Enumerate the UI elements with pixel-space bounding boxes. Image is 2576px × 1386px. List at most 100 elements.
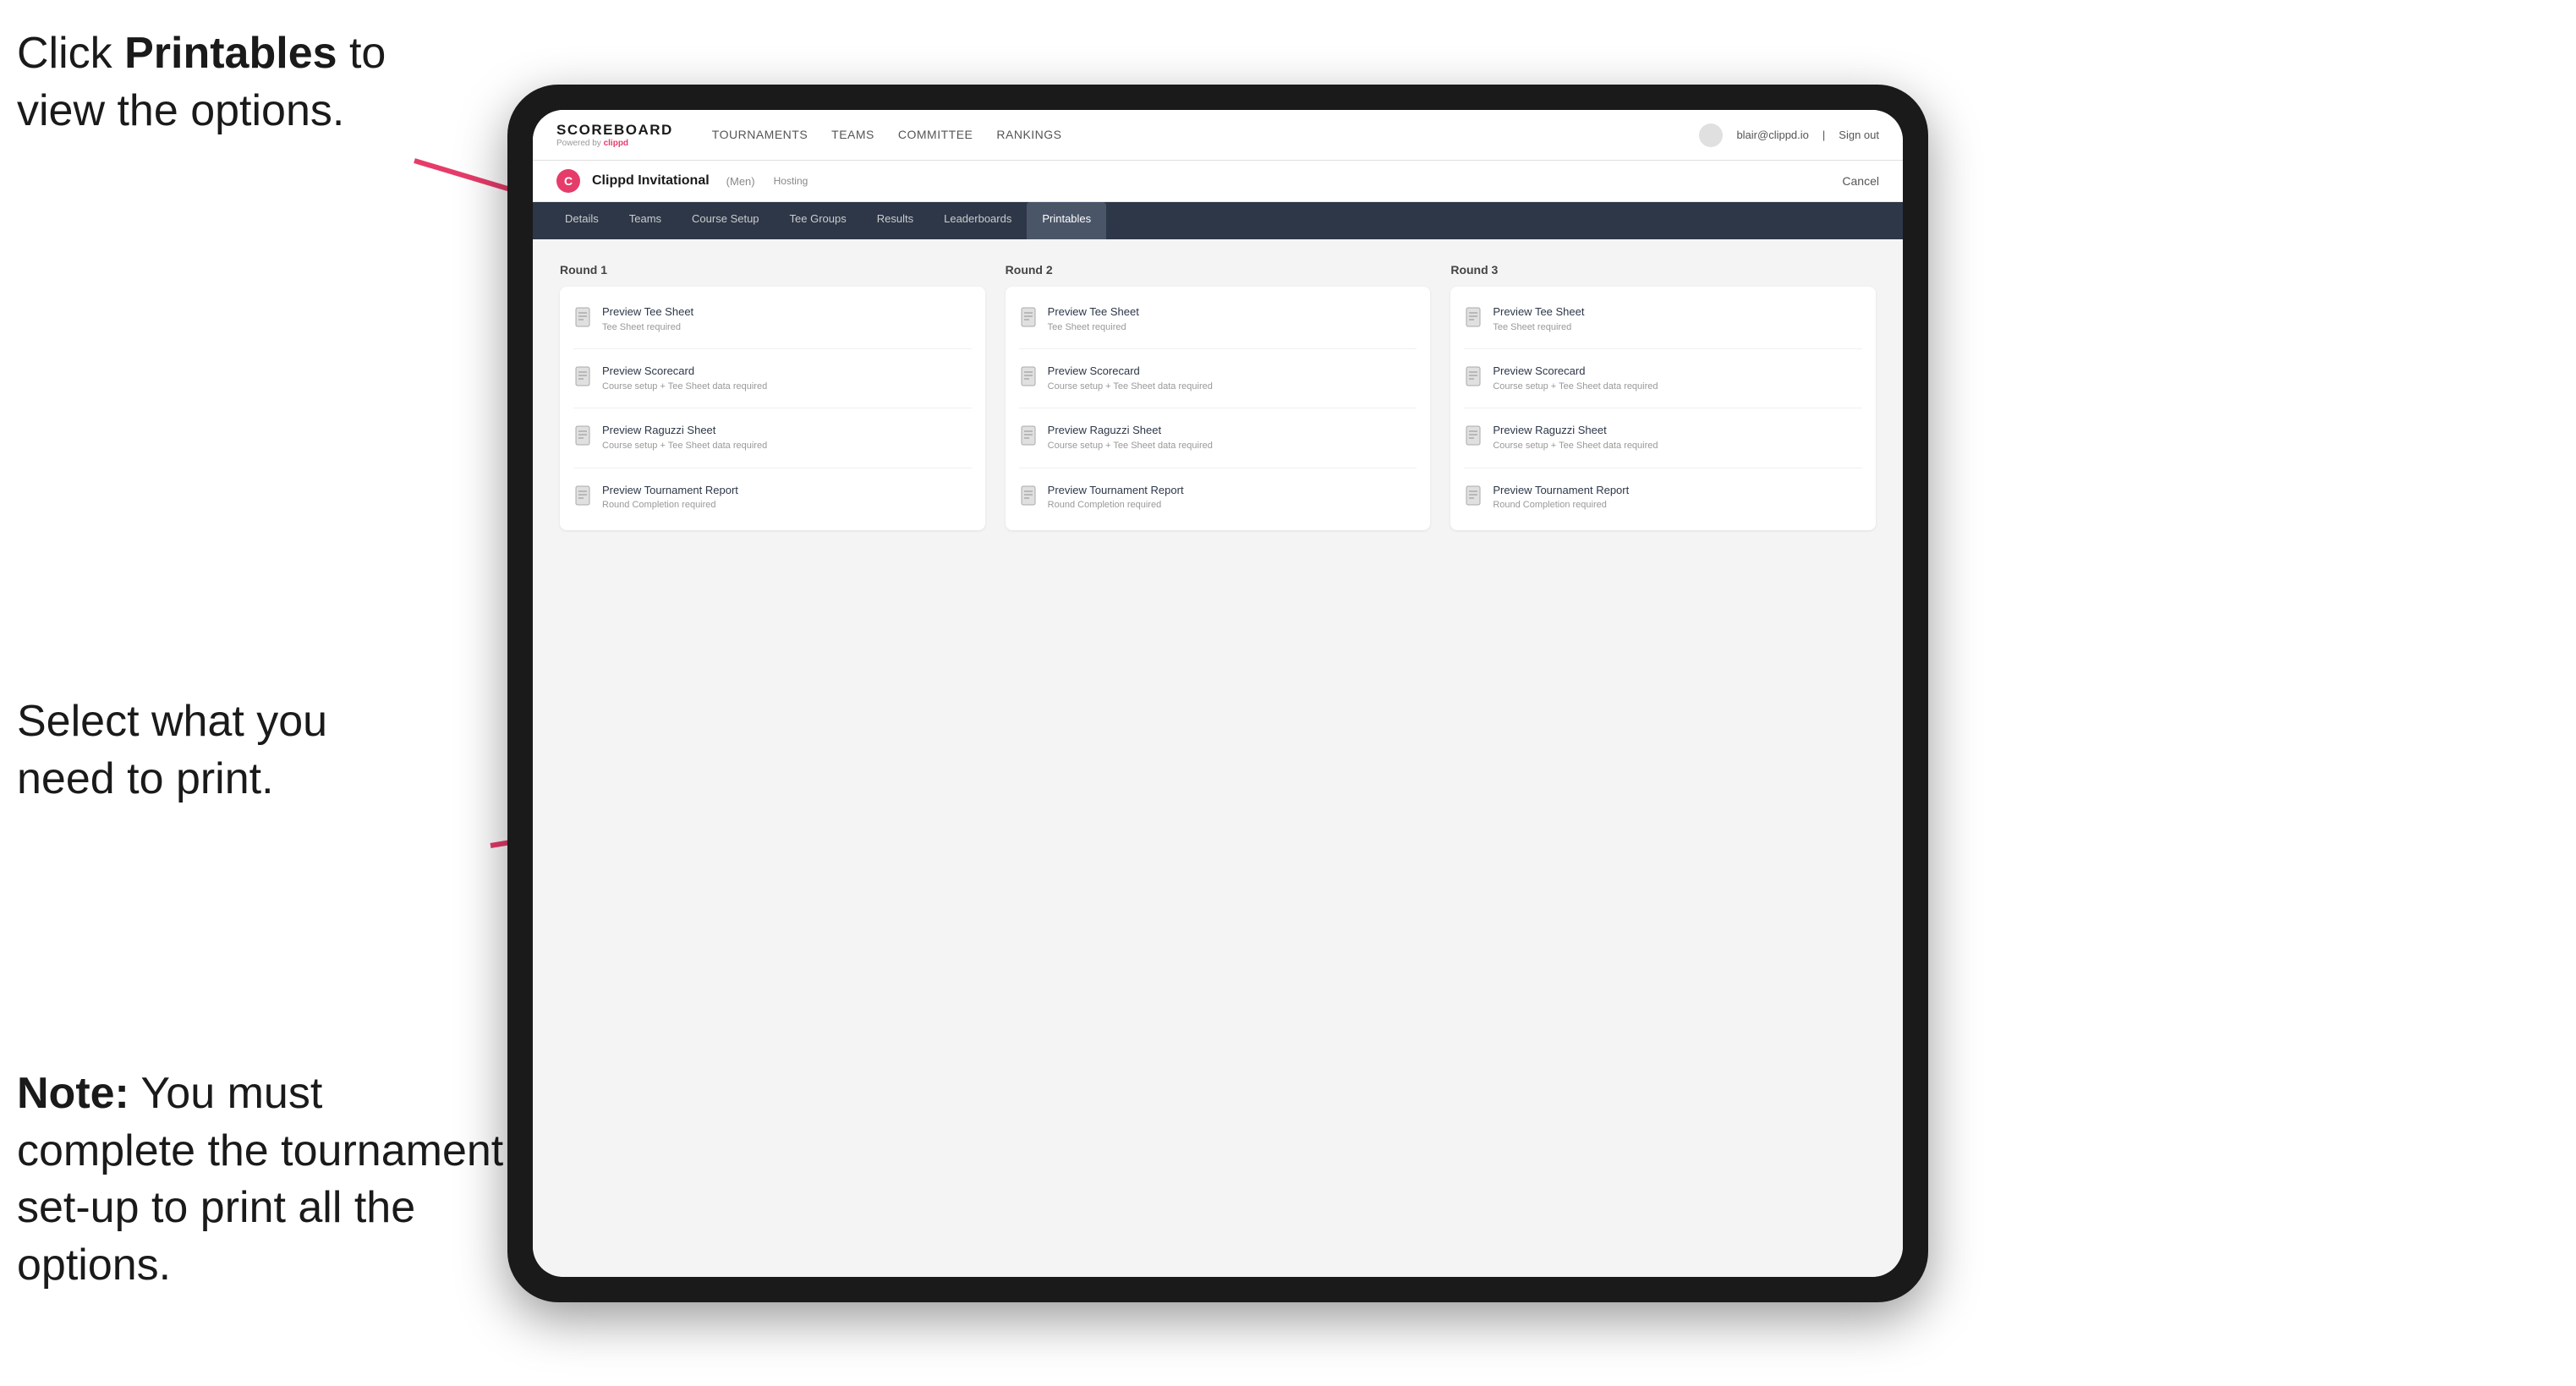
raguzzi-icon: [573, 425, 592, 447]
nav-committee[interactable]: COMMITTEE: [898, 128, 973, 143]
round-1-card: Preview Tee Sheet Tee Sheet required: [560, 287, 985, 530]
tablet-screen: SCOREBOARD Powered by clippd TOURNAMENTS…: [533, 110, 1903, 1277]
nav-items: TOURNAMENTS TEAMS COMMITTEE RANKINGS: [712, 128, 1669, 143]
r3-rag-label: Preview Raguzzi Sheet: [1493, 424, 1658, 438]
round-1-section: Round 1: [560, 263, 985, 530]
tab-tee-groups[interactable]: Tee Groups: [775, 202, 862, 239]
tournament-logo: C: [556, 169, 580, 193]
divider: [1464, 348, 1862, 349]
round-1-tournament-report[interactable]: Preview Tournament Report Round Completi…: [573, 480, 972, 515]
round-1-title: Round 1: [560, 263, 985, 277]
r2-rag-label: Preview Raguzzi Sheet: [1048, 424, 1213, 438]
round-1-scorecard[interactable]: Preview Scorecard Course setup + Tee She…: [573, 361, 972, 396]
round-3-scorecard[interactable]: Preview Scorecard Course setup + Tee She…: [1464, 361, 1862, 396]
round-1-scorecard-text: Preview Scorecard Course setup + Tee She…: [602, 364, 767, 392]
round-2-raguzzi-text: Preview Raguzzi Sheet Course setup + Tee…: [1048, 424, 1213, 452]
round-3-scorecard-text: Preview Scorecard Course setup + Tee She…: [1493, 364, 1658, 392]
round-3-tee-sheet[interactable]: Preview Tee Sheet Tee Sheet required: [1464, 302, 1862, 337]
scoreboard-logo: SCOREBOARD Powered by clippd: [556, 122, 673, 148]
r2-tee-sub: Tee Sheet required: [1048, 321, 1139, 333]
tournament-sub: (Men): [726, 175, 755, 188]
round-3-raguzzi[interactable]: Preview Raguzzi Sheet Course setup + Tee…: [1464, 420, 1862, 455]
round-3-section: Round 3: [1450, 263, 1876, 530]
divider: [1019, 348, 1417, 349]
round-1-raguzzi-sub: Course setup + Tee Sheet data required: [602, 440, 767, 452]
round-1-report-sub: Round Completion required: [602, 499, 738, 511]
round-1-raguzzi-label: Preview Raguzzi Sheet: [602, 424, 767, 438]
top-nav: SCOREBOARD Powered by clippd TOURNAMENTS…: [533, 110, 1903, 161]
r3-tee-label: Preview Tee Sheet: [1493, 305, 1584, 320]
r2-sc-sub: Course setup + Tee Sheet data required: [1048, 381, 1213, 392]
r3-rep-sub: Round Completion required: [1493, 499, 1629, 511]
round-1-tee-sheet[interactable]: Preview Tee Sheet Tee Sheet required: [573, 302, 972, 337]
sign-out-link[interactable]: Sign out: [1839, 129, 1879, 141]
round-3-report-text: Preview Tournament Report Round Completi…: [1493, 484, 1629, 512]
r3-raguzzi-icon: [1464, 425, 1483, 447]
tournament-report-icon: [573, 485, 592, 507]
r2-raguzzi-icon: [1019, 425, 1038, 447]
r3-sc-sub: Course setup + Tee Sheet data required: [1493, 381, 1658, 392]
r2-rep-sub: Round Completion required: [1048, 499, 1184, 511]
round-2-tee-sheet-text: Preview Tee Sheet Tee Sheet required: [1048, 305, 1139, 333]
tab-course-setup[interactable]: Course Setup: [677, 202, 775, 239]
annotation-bold: Printables: [124, 29, 337, 78]
nav-teams[interactable]: TEAMS: [831, 128, 874, 143]
scoreboard-title: SCOREBOARD: [556, 122, 673, 139]
tab-teams[interactable]: Teams: [614, 202, 677, 239]
round-2-card: Preview Tee Sheet Tee Sheet required: [1006, 287, 1431, 530]
cancel-button[interactable]: Cancel: [1842, 174, 1879, 188]
round-1-report-label: Preview Tournament Report: [602, 484, 738, 498]
round-1-tee-sheet-label: Preview Tee Sheet: [602, 305, 693, 320]
round-1-raguzzi[interactable]: Preview Raguzzi Sheet Course setup + Tee…: [573, 420, 972, 455]
round-2-scorecard-text: Preview Scorecard Course setup + Tee She…: [1048, 364, 1213, 392]
round-1-raguzzi-text: Preview Raguzzi Sheet Course setup + Tee…: [602, 424, 767, 452]
r2-tee-sheet-icon: [1019, 307, 1038, 329]
r2-report-icon: [1019, 485, 1038, 507]
round-2-tournament-report[interactable]: Preview Tournament Report Round Completi…: [1019, 480, 1417, 515]
content-area: Round 1: [533, 239, 1903, 1277]
round-3-tournament-report[interactable]: Preview Tournament Report Round Completi…: [1464, 480, 1862, 515]
user-avatar: [1699, 123, 1723, 147]
divider: [573, 348, 972, 349]
r3-tee-sheet-icon: [1464, 307, 1483, 329]
tab-results[interactable]: Results: [862, 202, 929, 239]
round-2-raguzzi[interactable]: Preview Raguzzi Sheet Course setup + Tee…: [1019, 420, 1417, 455]
round-2-title: Round 2: [1006, 263, 1431, 277]
round-1-scorecard-label: Preview Scorecard: [602, 364, 767, 379]
round-1-report-text: Preview Tournament Report Round Completi…: [602, 484, 738, 512]
r3-report-icon: [1464, 485, 1483, 507]
tab-details[interactable]: Details: [550, 202, 614, 239]
r3-tee-sub: Tee Sheet required: [1493, 321, 1584, 333]
tab-printables[interactable]: Printables: [1027, 202, 1106, 239]
tournament-bar: C Clippd Invitational (Men) Hosting Canc…: [533, 161, 1903, 202]
round-3-tee-sheet-text: Preview Tee Sheet Tee Sheet required: [1493, 305, 1584, 333]
round-3-title: Round 3: [1450, 263, 1876, 277]
r2-rep-label: Preview Tournament Report: [1048, 484, 1184, 498]
r2-scorecard-icon: [1019, 366, 1038, 388]
round-2-scorecard[interactable]: Preview Scorecard Course setup + Tee She…: [1019, 361, 1417, 396]
round-3-raguzzi-text: Preview Raguzzi Sheet Course setup + Tee…: [1493, 424, 1658, 452]
round-3-card: Preview Tee Sheet Tee Sheet required: [1450, 287, 1876, 530]
nav-rankings[interactable]: RANKINGS: [996, 128, 1061, 143]
nav-right: blair@clippd.io | Sign out: [1699, 123, 1879, 147]
tab-leaderboards[interactable]: Leaderboards: [929, 202, 1027, 239]
nav-tournaments[interactable]: TOURNAMENTS: [712, 128, 808, 143]
round-2-section: Round 2: [1006, 263, 1431, 530]
powered-by: Powered by clippd: [556, 139, 673, 148]
round-1-scorecard-sub: Course setup + Tee Sheet data required: [602, 381, 767, 392]
round-1-tee-sheet-text: Preview Tee Sheet Tee Sheet required: [602, 305, 693, 333]
annotation-bottom: Note: You must complete the tournament s…: [17, 1066, 507, 1294]
round-2-tee-sheet[interactable]: Preview Tee Sheet Tee Sheet required: [1019, 302, 1417, 337]
r2-rag-sub: Course setup + Tee Sheet data required: [1048, 440, 1213, 452]
rounds-grid: Round 1: [560, 263, 1876, 530]
r3-rag-sub: Course setup + Tee Sheet data required: [1493, 440, 1658, 452]
tournament-info: C Clippd Invitational (Men) Hosting: [556, 169, 808, 193]
round-1-tee-sheet-sub: Tee Sheet required: [602, 321, 693, 333]
round-2-report-text: Preview Tournament Report Round Completi…: [1048, 484, 1184, 512]
scorecard-icon: [573, 366, 592, 388]
user-email: blair@clippd.io: [1736, 129, 1808, 141]
annotation-top: Click Printables toview the options.: [17, 25, 423, 140]
tee-sheet-icon: [573, 307, 592, 329]
annotation-middle: Select what youneed to print.: [17, 693, 474, 808]
r2-sc-label: Preview Scorecard: [1048, 364, 1213, 379]
